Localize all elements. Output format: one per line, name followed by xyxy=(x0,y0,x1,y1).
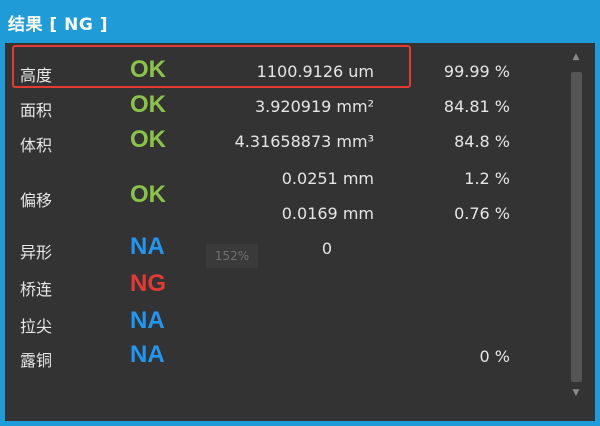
pct-offset-1: 1.2 % xyxy=(464,169,510,188)
row-label-height: 高度 xyxy=(20,66,53,85)
value-area: 3.920919 mm² xyxy=(254,97,374,116)
status-bridge: NG xyxy=(130,270,166,297)
value-volume: 4.31658873 mm³ xyxy=(234,132,374,151)
scrollbar-thumb[interactable] xyxy=(571,72,582,382)
row-label-volume: 体积 xyxy=(20,136,53,155)
value-offset-1: 0.0251 mm xyxy=(281,169,374,188)
row-label-abnormal-shape: 异形 xyxy=(20,243,53,262)
zoom-indicator: 152% xyxy=(206,244,258,268)
status-spike: NA xyxy=(130,307,165,334)
pct-area: 84.81 % xyxy=(443,97,510,116)
results-window: 结果 [ NG ] 高度 OK 1100.9126 um 99.99 % 面积 … xyxy=(0,0,600,426)
value-offset-2: 0.0169 mm xyxy=(281,204,374,223)
pct-exposed-copper: 0 % xyxy=(479,347,510,366)
status-height: OK xyxy=(130,56,166,83)
window-title: 结果 [ NG ] xyxy=(8,15,108,35)
status-area: OK xyxy=(130,91,166,118)
row-label-spike: 拉尖 xyxy=(20,317,53,336)
status-exposed-copper: NA xyxy=(130,341,165,368)
scroll-down-arrow-icon[interactable]: ▼ xyxy=(571,388,581,398)
pct-volume: 84.8 % xyxy=(454,132,510,151)
status-offset: OK xyxy=(130,181,166,208)
value-abnormal-shape: 0 xyxy=(321,239,332,258)
value-height: 1100.9126 um xyxy=(256,62,374,81)
status-volume: OK xyxy=(130,126,166,153)
status-abnormal-shape: NA xyxy=(130,233,165,260)
pct-offset-2: 0.76 % xyxy=(454,204,510,223)
row-label-offset: 偏移 xyxy=(20,191,53,210)
row-label-exposed-copper: 露铜 xyxy=(20,351,53,370)
row-label-bridge: 桥连 xyxy=(20,280,53,299)
scroll-up-arrow-icon[interactable]: ▲ xyxy=(571,52,581,62)
row-label-area: 面积 xyxy=(20,101,53,120)
pct-height: 99.99 % xyxy=(443,62,510,81)
title-bar: 结果 [ NG ] xyxy=(0,0,600,42)
